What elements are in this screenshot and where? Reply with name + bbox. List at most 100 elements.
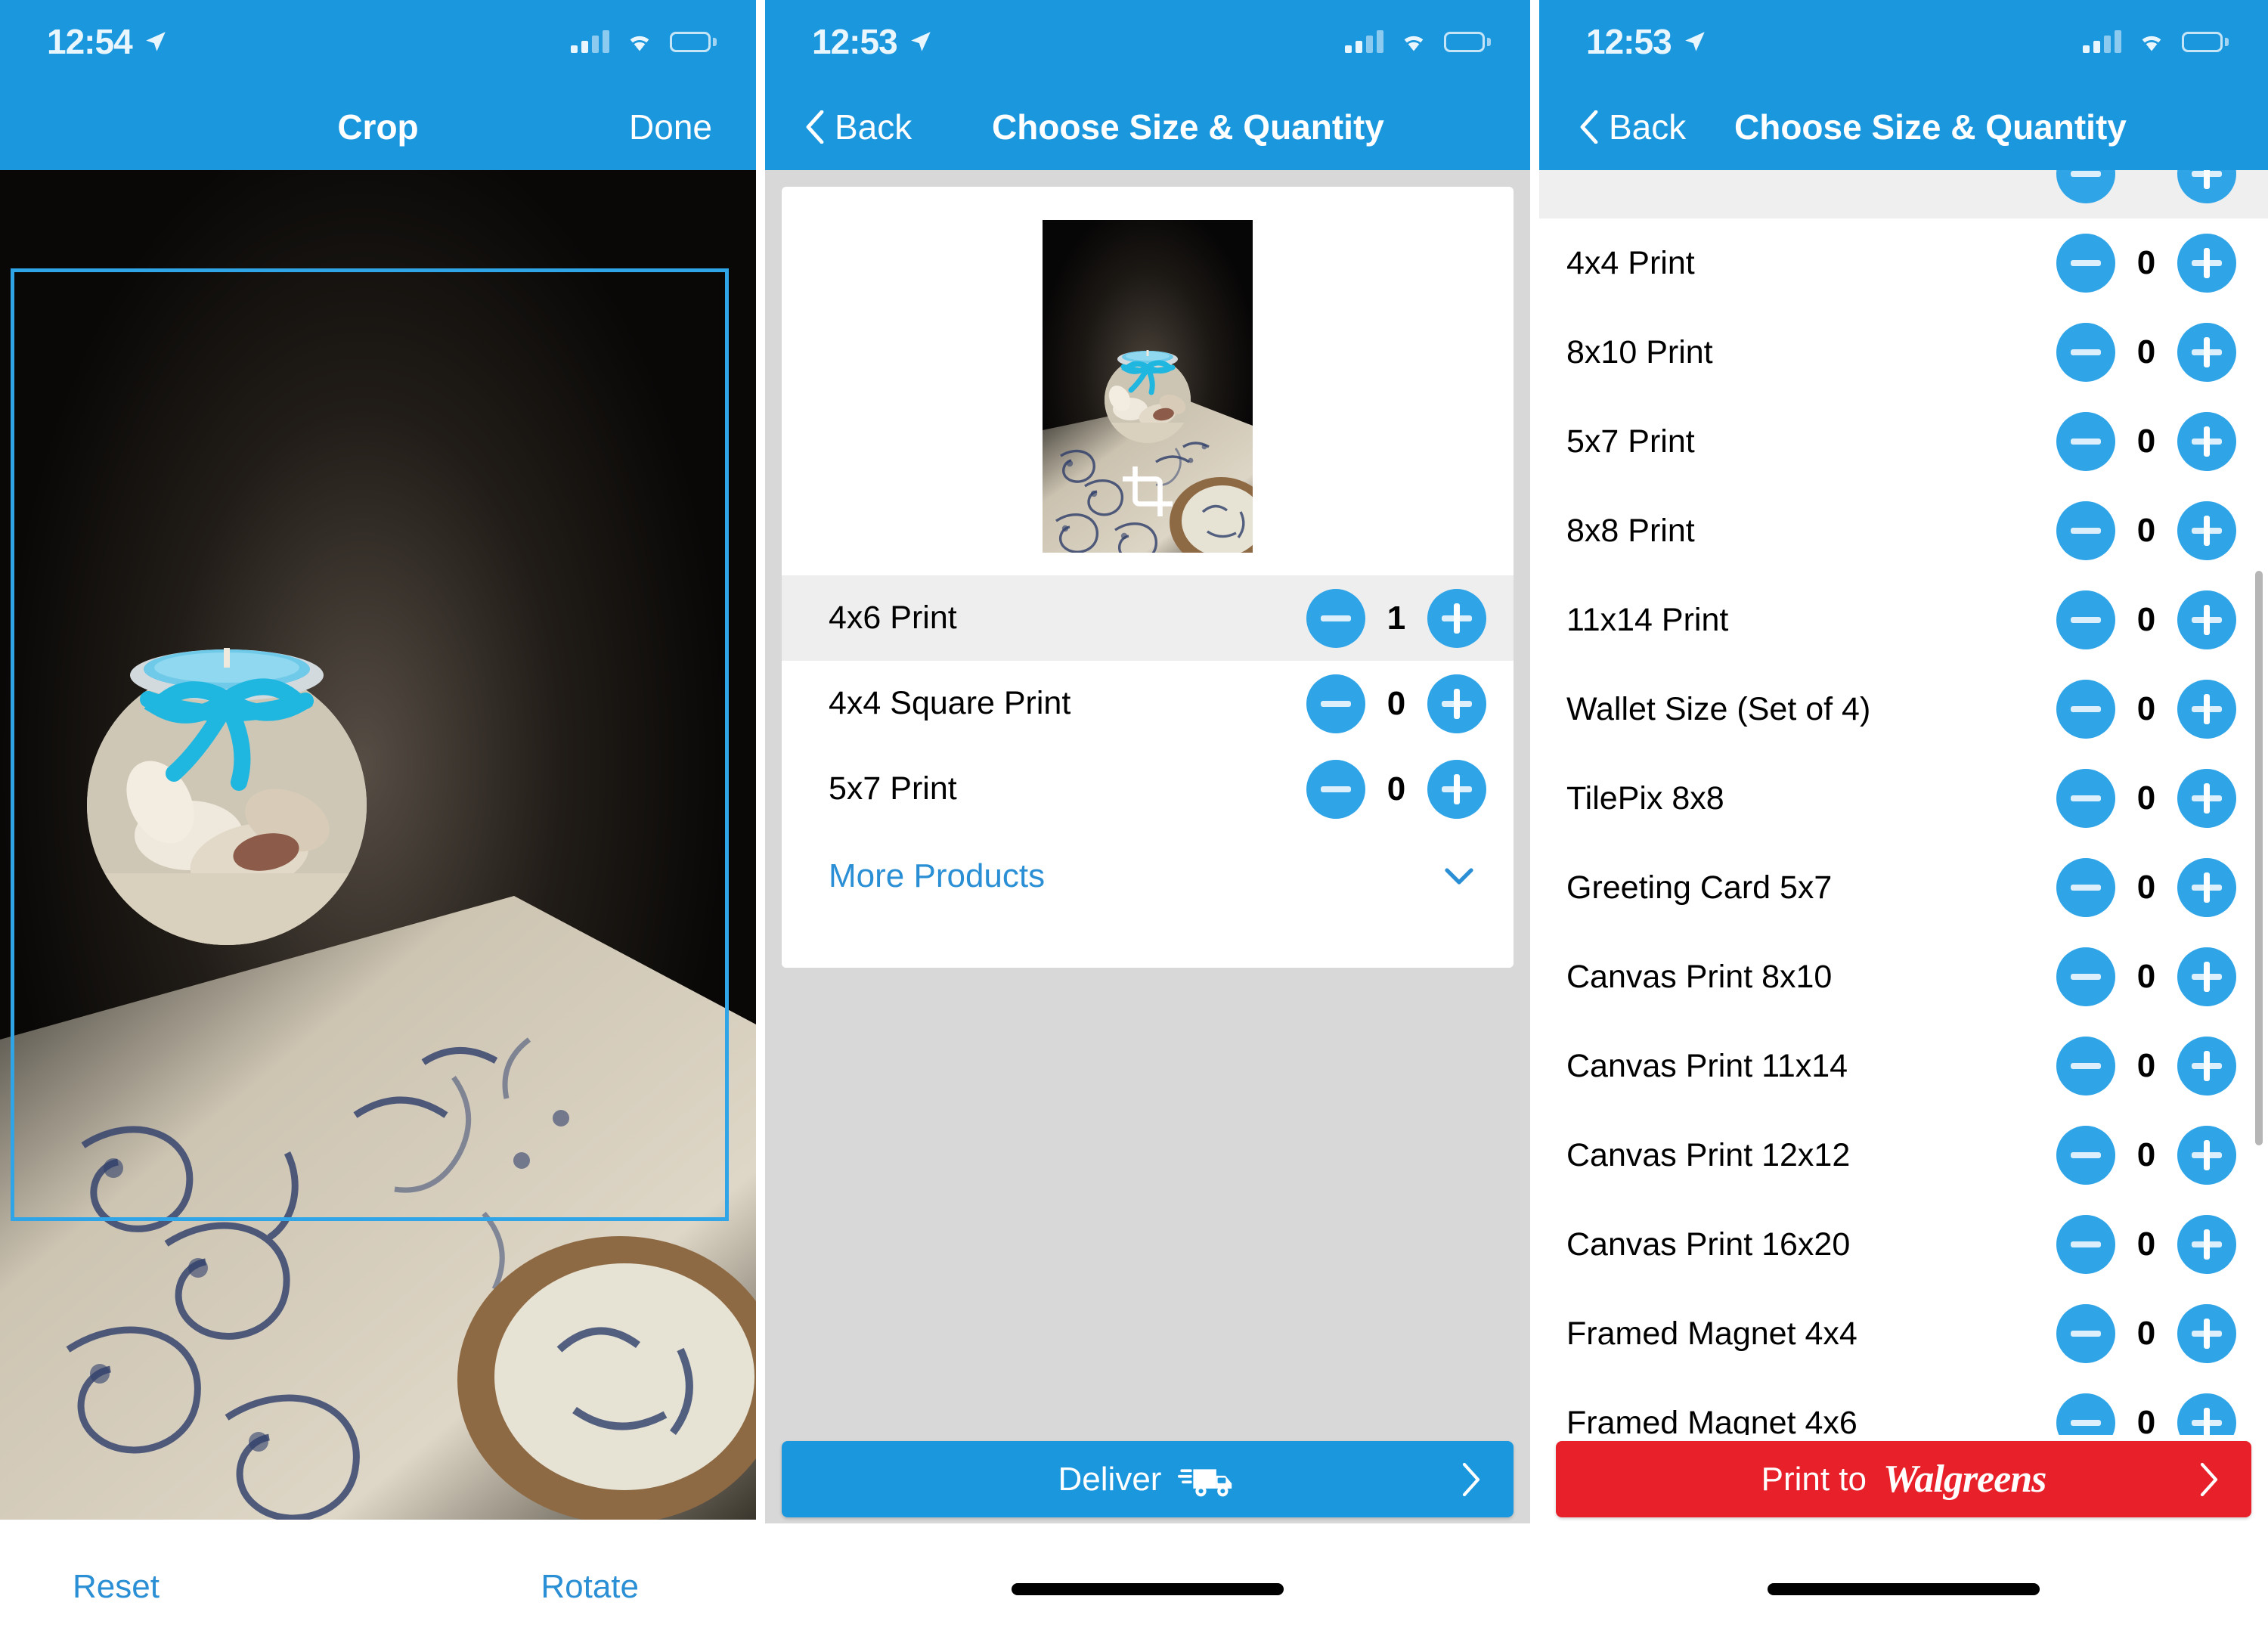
print-button-content: Print to Walgreens bbox=[1556, 1457, 2251, 1501]
decrement-button[interactable] bbox=[2056, 858, 2115, 917]
home-indicator bbox=[1768, 1583, 2040, 1595]
decrement-button[interactable] bbox=[2056, 234, 2115, 293]
cellular-signal-icon bbox=[1345, 30, 1383, 53]
rotate-button[interactable]: Rotate bbox=[541, 1568, 639, 1606]
increment-button[interactable] bbox=[2177, 590, 2236, 649]
quantity-stepper: 0 bbox=[2056, 590, 2236, 649]
product-row[interactable]: Framed Magnet 4x4 0 bbox=[1539, 1289, 2268, 1378]
decrement-button[interactable] bbox=[1306, 759, 1365, 819]
decrement-button[interactable] bbox=[1306, 588, 1365, 648]
increment-button[interactable] bbox=[2177, 1304, 2236, 1363]
done-button[interactable]: Done bbox=[629, 107, 712, 147]
back-button[interactable]: Back bbox=[1579, 107, 1686, 147]
product-row[interactable]: Canvas Print 16x20 0 bbox=[1539, 1200, 2268, 1289]
product-row[interactable]: TilePix 8x8 0 bbox=[1539, 754, 2268, 843]
product-row[interactable]: 5x7 Print 0 bbox=[782, 746, 1514, 832]
increment-button[interactable] bbox=[2177, 1393, 2236, 1435]
decrement-button[interactable] bbox=[2056, 769, 2115, 828]
decrement-button[interactable] bbox=[2056, 1393, 2115, 1435]
product-row[interactable]: 4x6 Print 1 bbox=[782, 575, 1514, 661]
quantity-stepper: 0 bbox=[2056, 412, 2236, 471]
increment-button[interactable] bbox=[2177, 1037, 2236, 1096]
decrement-button[interactable] bbox=[2056, 947, 2115, 1006]
chevron-left-icon bbox=[806, 110, 824, 144]
home-bar-area bbox=[765, 1523, 1530, 1625]
chevron-down-icon[interactable] bbox=[1444, 867, 1474, 885]
nav-bar-crop: Crop Done bbox=[0, 83, 756, 170]
product-row[interactable]: Canvas Print 11x14 0 bbox=[1539, 1021, 2268, 1111]
product-row[interactable]: Greeting Card 5x7 0 bbox=[1539, 843, 2268, 932]
decrement-button[interactable] bbox=[2056, 170, 2115, 203]
wifi-icon bbox=[1404, 36, 1424, 51]
scrollbar-thumb[interactable] bbox=[2255, 571, 2263, 1145]
cellular-signal-icon bbox=[571, 30, 609, 53]
quantity-value: 0 bbox=[2136, 601, 2156, 638]
product-row[interactable]: 4x4 Square Print 0 bbox=[782, 661, 1514, 746]
quantity-stepper: 0 bbox=[2056, 1215, 2236, 1274]
quantity-stepper: 0 bbox=[2056, 769, 2236, 828]
increment-button[interactable] bbox=[2177, 170, 2236, 203]
product-row[interactable]: 4x4 Print 0 bbox=[1539, 218, 2268, 308]
increment-button[interactable] bbox=[2177, 323, 2236, 382]
photo-thumbnail[interactable] bbox=[1043, 220, 1253, 553]
increment-button[interactable] bbox=[1427, 759, 1486, 819]
deliver-button[interactable]: Deliver bbox=[782, 1441, 1514, 1517]
decrement-button[interactable] bbox=[1306, 674, 1365, 733]
thumbnail-area[interactable] bbox=[782, 187, 1514, 575]
crop-selection-box[interactable] bbox=[11, 268, 729, 1221]
phone-screen-choose-size: 12:53 Back Choose Size & Quantity 4x6 Pr… bbox=[765, 0, 1530, 1627]
quantity-stepper: 0 bbox=[1306, 674, 1486, 733]
quantity-stepper: 0 bbox=[2056, 680, 2236, 739]
deliver-button-label: Deliver bbox=[1058, 1460, 1162, 1498]
decrement-button[interactable] bbox=[2056, 501, 2115, 560]
wifi-icon bbox=[2142, 36, 2161, 51]
decrement-button[interactable] bbox=[2056, 1126, 2115, 1185]
product-label: Canvas Print 16x20 bbox=[1566, 1226, 1851, 1263]
decrement-button[interactable] bbox=[2056, 1215, 2115, 1274]
product-row[interactable] bbox=[1539, 170, 2268, 218]
deliver-button-content: Deliver bbox=[782, 1460, 1514, 1499]
status-bar: 12:53 bbox=[1539, 0, 2268, 83]
product-row[interactable]: Framed Magnet 4x6 0 bbox=[1539, 1378, 2268, 1435]
decrement-button[interactable] bbox=[2056, 590, 2115, 649]
decrement-button[interactable] bbox=[2056, 1037, 2115, 1096]
more-products-row[interactable]: More Products bbox=[782, 832, 1514, 921]
product-row[interactable]: 5x7 Print 0 bbox=[1539, 397, 2268, 486]
crop-stage[interactable] bbox=[0, 170, 756, 1520]
decrement-button[interactable] bbox=[2056, 1304, 2115, 1363]
nav-bar-choose-size: Back Choose Size & Quantity bbox=[1539, 83, 2268, 170]
product-row[interactable]: 8x8 Print 0 bbox=[1539, 486, 2268, 575]
decrement-button[interactable] bbox=[2056, 680, 2115, 739]
product-label: 5x7 Print bbox=[829, 770, 957, 807]
product-row[interactable]: Canvas Print 12x12 0 bbox=[1539, 1111, 2268, 1200]
status-left: 12:53 bbox=[1586, 21, 1708, 62]
quantity-value: 0 bbox=[2136, 958, 2156, 995]
increment-button[interactable] bbox=[2177, 947, 2236, 1006]
product-label: Canvas Print 12x12 bbox=[1566, 1136, 1851, 1173]
product-row[interactable]: 8x10 Print 0 bbox=[1539, 308, 2268, 397]
increment-button[interactable] bbox=[1427, 674, 1486, 733]
increment-button[interactable] bbox=[2177, 858, 2236, 917]
increment-button[interactable] bbox=[2177, 1215, 2236, 1274]
home-indicator bbox=[1012, 1583, 1284, 1595]
product-label: Framed Magnet 4x6 bbox=[1566, 1404, 1857, 1436]
decrement-button[interactable] bbox=[2056, 412, 2115, 471]
crop-icon[interactable] bbox=[1123, 466, 1173, 516]
content-area: 4x6 Print 1 4x4 Square Print 0 5x7 Print… bbox=[765, 170, 1530, 1435]
increment-button[interactable] bbox=[2177, 412, 2236, 471]
increment-button[interactable] bbox=[2177, 234, 2236, 293]
product-row[interactable]: 11x14 Print 0 bbox=[1539, 575, 2268, 665]
product-row[interactable]: Wallet Size (Set of 4) 0 bbox=[1539, 665, 2268, 754]
increment-button[interactable] bbox=[2177, 680, 2236, 739]
print-to-walgreens-button[interactable]: Print to Walgreens bbox=[1556, 1441, 2251, 1517]
increment-button[interactable] bbox=[2177, 501, 2236, 560]
increment-button[interactable] bbox=[2177, 769, 2236, 828]
back-button[interactable]: Back bbox=[804, 107, 912, 147]
increment-button[interactable] bbox=[2177, 1126, 2236, 1185]
content-area[interactable]: 4x4 Print 0 8x10 Print 0 5x7 Print 0 8x8… bbox=[1539, 170, 2268, 1435]
decrement-button[interactable] bbox=[2056, 323, 2115, 382]
reset-button[interactable]: Reset bbox=[73, 1568, 160, 1606]
increment-button[interactable] bbox=[1427, 588, 1486, 648]
product-row[interactable]: Canvas Print 8x10 0 bbox=[1539, 932, 2268, 1021]
product-label: 8x8 Print bbox=[1566, 512, 1695, 549]
